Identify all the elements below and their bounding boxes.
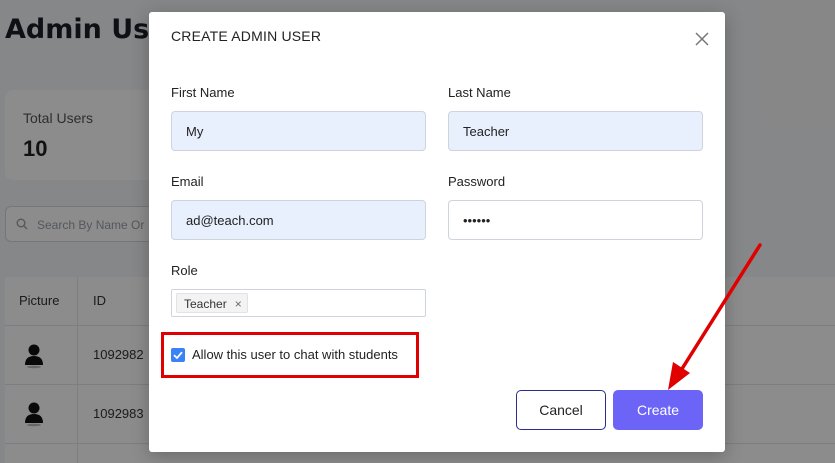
cancel-button[interactable]: Cancel <box>516 390 606 430</box>
role-select[interactable]: Teacher × <box>171 289 426 317</box>
create-button[interactable]: Create <box>613 390 703 430</box>
email-field[interactable] <box>171 200 426 240</box>
role-tag-teacher: Teacher × <box>176 293 248 313</box>
email-label: Email <box>171 174 204 189</box>
password-label: Password <box>448 174 506 189</box>
password-field[interactable] <box>448 200 703 240</box>
annotation-highlight-box <box>161 332 419 378</box>
last-name-label: Last Name <box>448 85 511 100</box>
modal-title: CREATE ADMIN USER <box>171 28 322 44</box>
close-icon[interactable] <box>693 30 711 48</box>
first-name-field[interactable] <box>171 111 426 151</box>
last-name-field[interactable] <box>448 111 703 151</box>
first-name-label: First Name <box>171 85 235 100</box>
tag-remove-icon[interactable]: × <box>235 294 242 314</box>
role-label: Role <box>171 263 198 278</box>
create-admin-user-modal: CREATE ADMIN USER First Name Last Name E… <box>149 12 725 452</box>
role-tag-label: Teacher <box>184 297 227 311</box>
